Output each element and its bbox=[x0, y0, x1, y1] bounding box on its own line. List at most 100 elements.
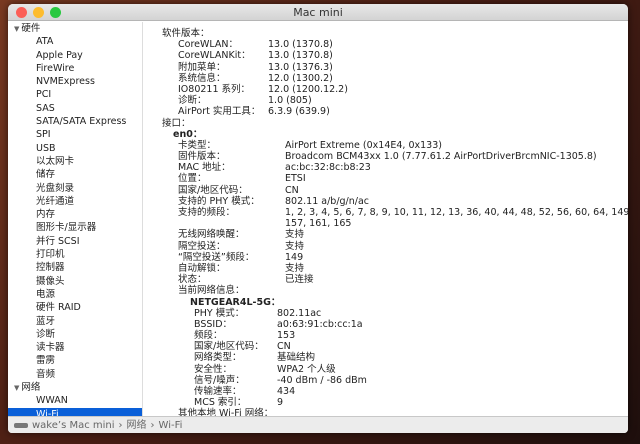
info-label: 支持的 PHY 模式： bbox=[178, 195, 260, 207]
info-label: 系统信息： bbox=[178, 72, 226, 84]
sidebar-item[interactable]: Apple Pay bbox=[8, 49, 142, 62]
info-label: 国家/地区代码： bbox=[194, 341, 264, 353]
info-label: “隔空投送”频段： bbox=[178, 251, 255, 263]
info-value: Broadcom BCM43xx 1.0 (7.77.61.2 AirPortD… bbox=[285, 151, 597, 163]
info-row: PHY 模式： 802.11ac bbox=[144, 308, 628, 319]
info-label: 附加菜单： bbox=[178, 61, 226, 73]
info-label: 自动解锁： bbox=[178, 262, 226, 274]
sidebar-item[interactable]: FireWire bbox=[8, 62, 142, 75]
info-value: 13.0 (1370.8) bbox=[268, 50, 333, 62]
info-value: ETSI bbox=[285, 173, 306, 185]
sidebar: ▼ 硬件 ATA Apple Pay FireWire NVMExpress PCI SAS S… bbox=[8, 22, 143, 416]
info-row: MAC 地址： ac:bc:32:8c:b8:23 bbox=[144, 162, 628, 173]
section-header: 接口： bbox=[144, 118, 628, 129]
sidebar-item[interactable]: 以太网卡 bbox=[8, 155, 142, 168]
path-item[interactable]: 网络 bbox=[127, 417, 147, 434]
info-value: ac:bc:32:8c:b8:23 bbox=[285, 162, 371, 174]
sidebar-item[interactable]: 摄像头 bbox=[8, 275, 142, 288]
sidebar-item[interactable]: 电源 bbox=[8, 288, 142, 301]
sidebar-item[interactable]: WWAN bbox=[8, 394, 142, 407]
info-value: 12.0 (1200.12.2) bbox=[268, 83, 348, 95]
sidebar-item[interactable]: 图形卡/显示器 bbox=[8, 221, 142, 234]
close-button[interactable] bbox=[16, 7, 27, 18]
sidebar-item[interactable]: 控制器 bbox=[8, 261, 142, 274]
info-row: 支持的 PHY 模式： 802.11 a/b/g/n/ac bbox=[144, 196, 628, 207]
section-header: 软件版本： bbox=[144, 28, 628, 39]
sidebar-item[interactable]: SAS bbox=[8, 102, 142, 115]
info-value: 13.0 (1376.3) bbox=[268, 61, 333, 73]
info-row: 状态： 已连接 bbox=[144, 274, 628, 285]
info-row: 传输速率： 434 bbox=[144, 386, 628, 397]
info-label: 频段： bbox=[194, 330, 223, 342]
disclosure-triangle-icon[interactable]: ▼ bbox=[14, 384, 19, 392]
info-row: 支持的频段： 1, 2, 3, 4, 5, 6, 7, 8, 9, 10, 11,… bbox=[144, 207, 628, 218]
sidebar-item[interactable]: PCI bbox=[8, 88, 142, 101]
sidebar-item[interactable]: 硬件 RAID bbox=[8, 301, 142, 314]
sidebar-group-label: 网络 bbox=[21, 382, 41, 394]
info-value: WPA2 个人级 bbox=[277, 363, 336, 375]
sidebar-item[interactable]: 内存 bbox=[8, 208, 142, 221]
sidebar-group-hardware[interactable]: ▼ 硬件 bbox=[8, 22, 142, 35]
info-row: 位置： ETSI bbox=[144, 173, 628, 184]
info-value: 已连接 bbox=[285, 274, 314, 286]
info-row: 附加菜单： 13.0 (1376.3) bbox=[144, 62, 628, 73]
path-item[interactable]: Wi-Fi bbox=[159, 417, 183, 434]
info-value: 153 bbox=[277, 330, 296, 342]
info-value: CN bbox=[285, 184, 299, 196]
info-label: 无线网络唤醒： bbox=[178, 229, 245, 241]
info-label: 安全性： bbox=[194, 363, 233, 375]
disclosure-triangle-icon[interactable]: ▼ bbox=[14, 25, 19, 33]
info-label: 状态： bbox=[178, 274, 207, 286]
info-row: CoreWLANKit： 13.0 (1370.8) bbox=[144, 50, 628, 61]
sidebar-item[interactable]: NVMExpress bbox=[8, 75, 142, 88]
info-row: 157, 161, 165 bbox=[144, 218, 628, 229]
info-row: CoreWLAN： 13.0 (1370.8) bbox=[144, 39, 628, 50]
zoom-button[interactable] bbox=[50, 7, 61, 18]
info-value: 434 bbox=[277, 386, 296, 397]
info-row: 国家/地区代码： CN bbox=[144, 341, 628, 352]
info-label: 软件版本： bbox=[162, 28, 210, 39]
interface-header: en0： bbox=[144, 129, 628, 140]
sidebar-item[interactable]: 储存 bbox=[8, 168, 142, 181]
sidebar-item[interactable]: SATA/SATA Express bbox=[8, 115, 142, 128]
sidebar-item[interactable]: 光纤通道 bbox=[8, 195, 142, 208]
sidebar-item[interactable]: USB bbox=[8, 142, 142, 155]
info-row: BSSID： a0:63:91:cb:cc:1a bbox=[144, 319, 628, 330]
info-value: 支持 bbox=[285, 240, 305, 252]
info-label: 卡类型： bbox=[178, 139, 217, 151]
sidebar-item[interactable]: 音频 bbox=[8, 368, 142, 381]
sidebar-item[interactable]: 并行 SCSI bbox=[8, 235, 142, 248]
sidebar-item[interactable]: Wi-Fi bbox=[8, 407, 142, 416]
sidebar-item[interactable]: ATA bbox=[8, 35, 142, 48]
info-row: 安全性： WPA2 个人级 bbox=[144, 364, 628, 375]
info-row: 隔空投送： 支持 bbox=[144, 241, 628, 252]
info-value: 6.3.9 (639.9) bbox=[268, 106, 330, 118]
sidebar-group-label: 硬件 bbox=[21, 23, 41, 34]
info-row: IO80211 系列： 12.0 (1200.12.2) bbox=[144, 84, 628, 95]
info-value: 支持 bbox=[285, 262, 305, 274]
sidebar-group-network[interactable]: ▼ 网络 bbox=[8, 381, 142, 394]
minimize-button[interactable] bbox=[33, 7, 44, 18]
path-item[interactable]: wake’s Mac mini bbox=[32, 417, 115, 434]
info-value: 支持 bbox=[285, 229, 305, 241]
info-label bbox=[178, 218, 285, 229]
info-label: CoreWLAN： bbox=[178, 39, 238, 51]
info-value: 12.0 (1300.2) bbox=[268, 72, 333, 84]
info-value: 13.0 (1370.8) bbox=[268, 39, 333, 51]
sidebar-item[interactable]: 光盘刻录 bbox=[8, 182, 142, 195]
info-label: MCS 索引： bbox=[194, 397, 247, 409]
sidebar-item[interactable]: 读卡器 bbox=[8, 341, 142, 354]
sidebar-item[interactable]: 打印机 bbox=[8, 248, 142, 261]
sidebar-item[interactable]: 诊断 bbox=[8, 328, 142, 341]
sidebar-item[interactable]: SPI bbox=[8, 128, 142, 141]
info-label: CoreWLANKit： bbox=[178, 50, 251, 62]
info-label: 接口： bbox=[162, 117, 191, 129]
sidebar-item[interactable]: 蓝牙 bbox=[8, 315, 142, 328]
info-value: 157, 161, 165 bbox=[285, 218, 352, 230]
info-label: 固件版本： bbox=[178, 151, 226, 163]
info-row: 信号/噪声： -40 dBm / -86 dBm bbox=[144, 375, 628, 386]
sidebar-item[interactable]: 雷雳 bbox=[8, 354, 142, 367]
info-row: MCS 索引： 9 bbox=[144, 397, 628, 408]
info-row: 频段： 153 bbox=[144, 330, 628, 341]
info-row: 自动解锁： 支持 bbox=[144, 263, 628, 274]
